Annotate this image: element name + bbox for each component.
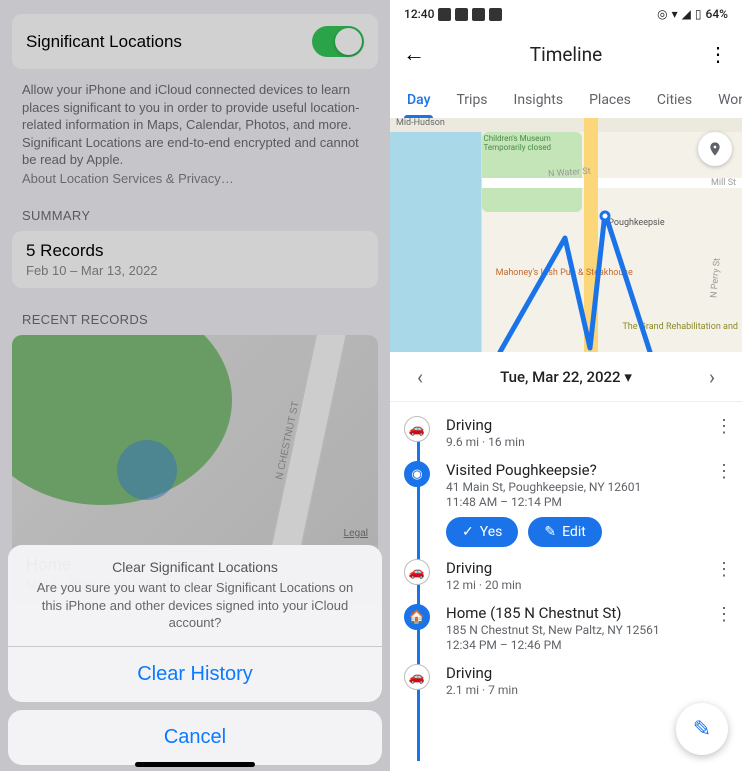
- event-menu-button[interactable]: ⋮: [714, 461, 734, 482]
- title-bar: ← Timeline ⋮: [390, 28, 742, 80]
- statusbar-time: 12:40: [404, 7, 434, 21]
- event-time-range: 11:48 AM – 12:14 PM: [446, 495, 710, 509]
- back-button[interactable]: ←: [400, 41, 428, 67]
- tab-cities[interactable]: Cities: [644, 92, 705, 118]
- timeline-event[interactable]: 🏠 Home (185 N Chestnut St) 185 N Chestnu…: [390, 598, 742, 658]
- confirm-yes-button[interactable]: ✓Yes: [446, 517, 518, 547]
- event-subtitle: 2.1 mi · 7 min: [446, 683, 730, 697]
- wifi-icon: ▾: [672, 7, 678, 21]
- timeline-map[interactable]: Mid-Hudson Children's Museum Temporarily…: [390, 118, 742, 352]
- event-title: Home (185 N Chestnut St): [446, 604, 710, 622]
- battery-icon: ▯: [695, 7, 702, 21]
- event-title: Driving: [446, 664, 730, 682]
- signal-icon: ◢: [682, 7, 691, 21]
- tab-insights[interactable]: Insights: [501, 92, 577, 118]
- car-icon: 🚗: [404, 559, 430, 585]
- event-subtitle: 9.6 mi · 16 min: [446, 435, 710, 449]
- recent-records-section-header: RECENT RECORDS: [0, 290, 390, 333]
- prev-day-button[interactable]: ‹: [408, 365, 432, 389]
- edit-button[interactable]: ✎Edit: [528, 517, 601, 547]
- sheet-title: Clear Significant Locations: [8, 545, 382, 579]
- timeline-tabs: Day Trips Insights Places Cities World: [390, 80, 742, 118]
- visit-icon: ◉: [404, 461, 430, 487]
- event-menu-button[interactable]: ⋮: [714, 559, 734, 580]
- location-accuracy-circle: [117, 440, 177, 500]
- summary-records-count: 5 Records: [26, 241, 364, 261]
- pencil-icon: ✎: [693, 717, 711, 742]
- timeline-events-list[interactable]: 🚗 Driving 9.6 mi · 16 min ⋮ ◉ Visited Po…: [390, 402, 742, 771]
- next-day-button[interactable]: ›: [700, 365, 724, 389]
- google-maps-timeline-screen: 12:40 ◎ ▾ ◢ ▯ 64% ← Timeline ⋮ Day Trips…: [390, 0, 742, 771]
- tab-world[interactable]: World: [705, 92, 742, 118]
- status-bar: 12:40 ◎ ▾ ◢ ▯ 64%: [390, 0, 742, 28]
- summary-section-header: SUMMARY: [0, 186, 390, 229]
- event-time-range: 12:34 PM – 12:46 PM: [446, 638, 710, 652]
- statusbar-notification-icon: [489, 8, 502, 21]
- tab-day[interactable]: Day: [394, 92, 443, 118]
- pencil-icon: ✎: [544, 524, 556, 540]
- cancel-button[interactable]: Cancel: [8, 710, 382, 765]
- my-location-button[interactable]: [698, 132, 732, 166]
- summary-card[interactable]: 5 Records Feb 10 – Mar 13, 2022: [12, 231, 378, 288]
- event-address: 185 N Chestnut St, New Paltz, NY 12561: [446, 623, 710, 637]
- ios-significant-locations-screen: Significant Locations Allow your iPhone …: [0, 0, 390, 771]
- statusbar-notification-icon: [438, 8, 451, 21]
- date-selector-row: ‹ Tue, Mar 22, 2022 ▾ ›: [390, 352, 742, 402]
- recent-records-map[interactable]: N CHESTNUT ST Legal: [12, 335, 378, 545]
- page-title: Timeline: [428, 43, 704, 66]
- description-text: Allow your iPhone and iCloud connected d…: [0, 75, 390, 171]
- statusbar-notification-icon: [455, 8, 468, 21]
- event-title: Driving: [446, 416, 710, 434]
- route-path: [390, 118, 742, 352]
- timeline-event[interactable]: ◉ Visited Poughkeepsie? 41 Main St, Poug…: [390, 455, 742, 553]
- significant-locations-row: Significant Locations: [12, 14, 378, 69]
- tab-trips[interactable]: Trips: [443, 92, 500, 118]
- statusbar-notification-icon: [472, 8, 485, 21]
- home-icon: 🏠: [404, 604, 430, 630]
- car-icon: 🚗: [404, 416, 430, 442]
- event-title: Visited Poughkeepsie?: [446, 461, 710, 479]
- about-privacy-link[interactable]: About Location Services & Privacy…: [0, 171, 390, 186]
- event-menu-button[interactable]: ⋮: [714, 416, 734, 437]
- edit-fab-button[interactable]: ✎: [676, 703, 728, 755]
- clear-history-button[interactable]: Clear History: [8, 646, 382, 702]
- home-indicator[interactable]: [135, 762, 255, 767]
- tab-places[interactable]: Places: [576, 92, 644, 118]
- sheet-message: Are you sure you want to clear Significa…: [8, 579, 382, 646]
- battery-percent: 64%: [706, 7, 728, 21]
- selected-date[interactable]: Tue, Mar 22, 2022 ▾: [500, 368, 632, 386]
- car-icon: 🚗: [404, 664, 430, 690]
- timeline-event[interactable]: 🚗 Driving 2.1 mi · 7 min: [390, 658, 742, 703]
- location-icon: ◎: [657, 7, 667, 21]
- event-menu-button[interactable]: ⋮: [714, 604, 734, 625]
- summary-date-range: Feb 10 – Mar 13, 2022: [26, 263, 364, 278]
- significant-locations-title: Significant Locations: [26, 32, 182, 52]
- event-subtitle: 12 mi · 20 min: [446, 578, 710, 592]
- event-address: 41 Main St, Poughkeepsie, NY 12601: [446, 480, 710, 494]
- timeline-event[interactable]: 🚗 Driving 9.6 mi · 16 min ⋮: [390, 410, 742, 455]
- overflow-menu-button[interactable]: ⋮: [704, 42, 732, 66]
- map-legal-link[interactable]: Legal: [344, 528, 368, 539]
- timeline-event[interactable]: 🚗 Driving 12 mi · 20 min ⋮: [390, 553, 742, 598]
- location-pin-icon: [707, 141, 723, 157]
- check-icon: ✓: [462, 524, 474, 540]
- event-title: Driving: [446, 559, 710, 577]
- significant-locations-toggle[interactable]: [312, 26, 364, 57]
- clear-history-action-sheet: Clear Significant Locations Are you sure…: [8, 545, 382, 765]
